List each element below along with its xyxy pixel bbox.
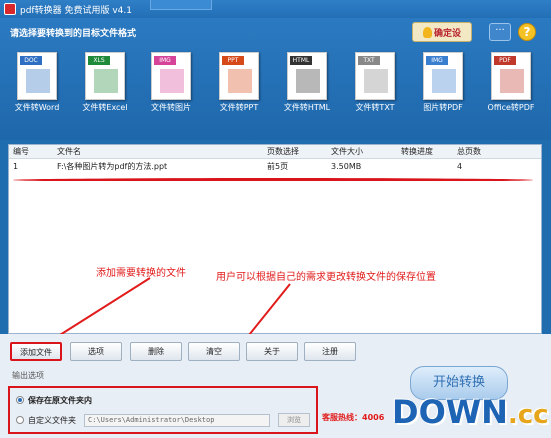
document-icon: HTML [287, 52, 327, 100]
app-icon [4, 3, 16, 15]
add-file-annotation: 添加需要转换的文件 [96, 268, 186, 279]
watermark-main: DOWN [392, 393, 508, 431]
document-icon: XLS [85, 52, 125, 100]
red-underline-annotation [13, 178, 533, 182]
tool-officepdf-button[interactable]: PDF Office转PDF [484, 52, 538, 116]
format-prompt: 请选择要转换到的目标文件格式 [10, 29, 137, 39]
radio-save-original[interactable] [16, 396, 24, 404]
cell-index: 1 [13, 161, 19, 171]
document-icon: IMG [423, 52, 463, 100]
format-art-icon [364, 69, 388, 93]
tool-excel-button[interactable]: XLS 文件转Excel [78, 52, 132, 116]
down-cc-watermark: DOWN.cc [392, 387, 551, 438]
format-tag: IMG [154, 56, 176, 65]
action-bar: 添加文件 选项 删除 清空 关于 注册 [0, 334, 551, 366]
custom-folder-label: 自定义文件夹 [28, 416, 76, 425]
format-tag: TXT [358, 56, 380, 65]
format-tag: PPT [222, 56, 244, 65]
document-icon: IMG [151, 52, 191, 100]
title-tab-stub [150, 0, 212, 10]
tool-label: 文件转PPT [219, 103, 259, 112]
format-art-icon [160, 69, 184, 93]
col-header-size[interactable]: 文件大小 [327, 146, 397, 157]
tool-label: Office转PDF [487, 103, 535, 112]
about-button[interactable]: 关于 [246, 342, 298, 361]
help-button[interactable]: ? [518, 23, 536, 41]
tool-ppt-button[interactable]: PPT 文件转PPT [212, 52, 266, 116]
bulb-icon [422, 26, 432, 38]
options-button[interactable]: 选项 [70, 342, 122, 361]
register-button[interactable]: 注册 [304, 342, 356, 361]
tool-label: 图片转PDF [423, 103, 463, 112]
col-header-page-select[interactable]: 页数选择 [263, 146, 327, 157]
delete-button[interactable]: 删除 [130, 342, 182, 361]
output-options-title: 输出选项 [12, 371, 44, 380]
format-toolbar: 请选择要转换到的目标文件格式 确定设 ··· ? DOC 文件转Word XLS 文件… [0, 18, 551, 140]
save-original-label: 保存在原文件夹内 [28, 396, 92, 405]
service-hotline: 客服热线：4006 [322, 413, 385, 422]
browse-button[interactable]: 浏览 [278, 413, 310, 427]
format-tag: PDF [494, 56, 516, 65]
title-bar: pdf转换器 免费试用版 v4.1 [0, 0, 551, 18]
cell-page-select[interactable]: 前5页 [263, 161, 327, 172]
format-tag: XLS [88, 56, 110, 65]
tool-label: 文件转TXT [355, 103, 395, 112]
col-header-total-pages[interactable]: 总页数 [453, 146, 513, 157]
format-tag: DOC [20, 56, 42, 65]
table-row[interactable]: 1 F:\各种图片转为pdf的方法.ppt 前5页 3.50MB 4 [9, 159, 541, 173]
tool-label: 文件转Excel [82, 103, 128, 112]
format-art-icon [296, 69, 320, 93]
col-header-filename[interactable]: 文件名 [53, 146, 263, 157]
tool-label: 文件转Word [14, 103, 60, 112]
format-art-icon [26, 69, 50, 93]
add-file-button[interactable]: 添加文件 [10, 342, 62, 361]
window-title: pdf转换器 免费试用版 v4.1 [20, 5, 132, 16]
format-tag: IMG [426, 56, 448, 65]
format-art-icon [94, 69, 118, 93]
cell-filename: F:\各种图片转为pdf的方法.ppt [57, 161, 168, 171]
output-options-highlight: 保存在原文件夹内 自定义文件夹 C:\Users\Administrator\D… [8, 386, 318, 434]
tool-label: 文件转HTML [283, 103, 331, 112]
document-icon: PPT [219, 52, 259, 100]
document-icon: PDF [491, 52, 531, 100]
promo-badge[interactable]: 确定设 [412, 22, 472, 42]
tool--button[interactable]: IMG 文件转图片 [144, 52, 198, 116]
promo-badge-label: 确定设 [433, 28, 461, 39]
format-art-icon [500, 69, 524, 93]
tool-label: 文件转图片 [151, 103, 191, 112]
col-header-progress[interactable]: 转换进度 [397, 146, 453, 157]
document-icon: DOC [17, 52, 57, 100]
file-list[interactable]: 编号 文件名 页数选择 文件大小 转换进度 总页数 1 F:\各种图片转为pdf… [8, 144, 542, 334]
file-list-header: 编号 文件名 页数选择 文件大小 转换进度 总页数 [9, 145, 541, 159]
chat-button[interactable]: ··· [489, 23, 511, 41]
tool-word-button[interactable]: DOC 文件转Word [10, 52, 64, 116]
format-art-icon [432, 69, 456, 93]
watermark-suffix: .cc [507, 400, 549, 430]
col-header-index[interactable]: 编号 [9, 146, 53, 157]
output-path-input[interactable]: C:\Users\Administrator\Desktop [84, 414, 270, 427]
tool-txt-button[interactable]: TXT 文件转TXT [348, 52, 402, 116]
save-location-annotation: 用户可以根据自己的需求更改转换文件的保存位置 [216, 272, 436, 283]
tool-html-button[interactable]: HTML 文件转HTML [280, 52, 334, 116]
clear-button[interactable]: 清空 [188, 342, 240, 361]
cell-size: 3.50MB [331, 161, 362, 171]
cell-total-pages: 4 [457, 161, 463, 171]
format-art-icon [228, 69, 252, 93]
radio-custom-folder[interactable] [16, 416, 24, 424]
tool-pdf-button[interactable]: IMG 图片转PDF [416, 52, 470, 116]
document-icon: TXT [355, 52, 395, 100]
format-tag: HTML [290, 56, 312, 65]
